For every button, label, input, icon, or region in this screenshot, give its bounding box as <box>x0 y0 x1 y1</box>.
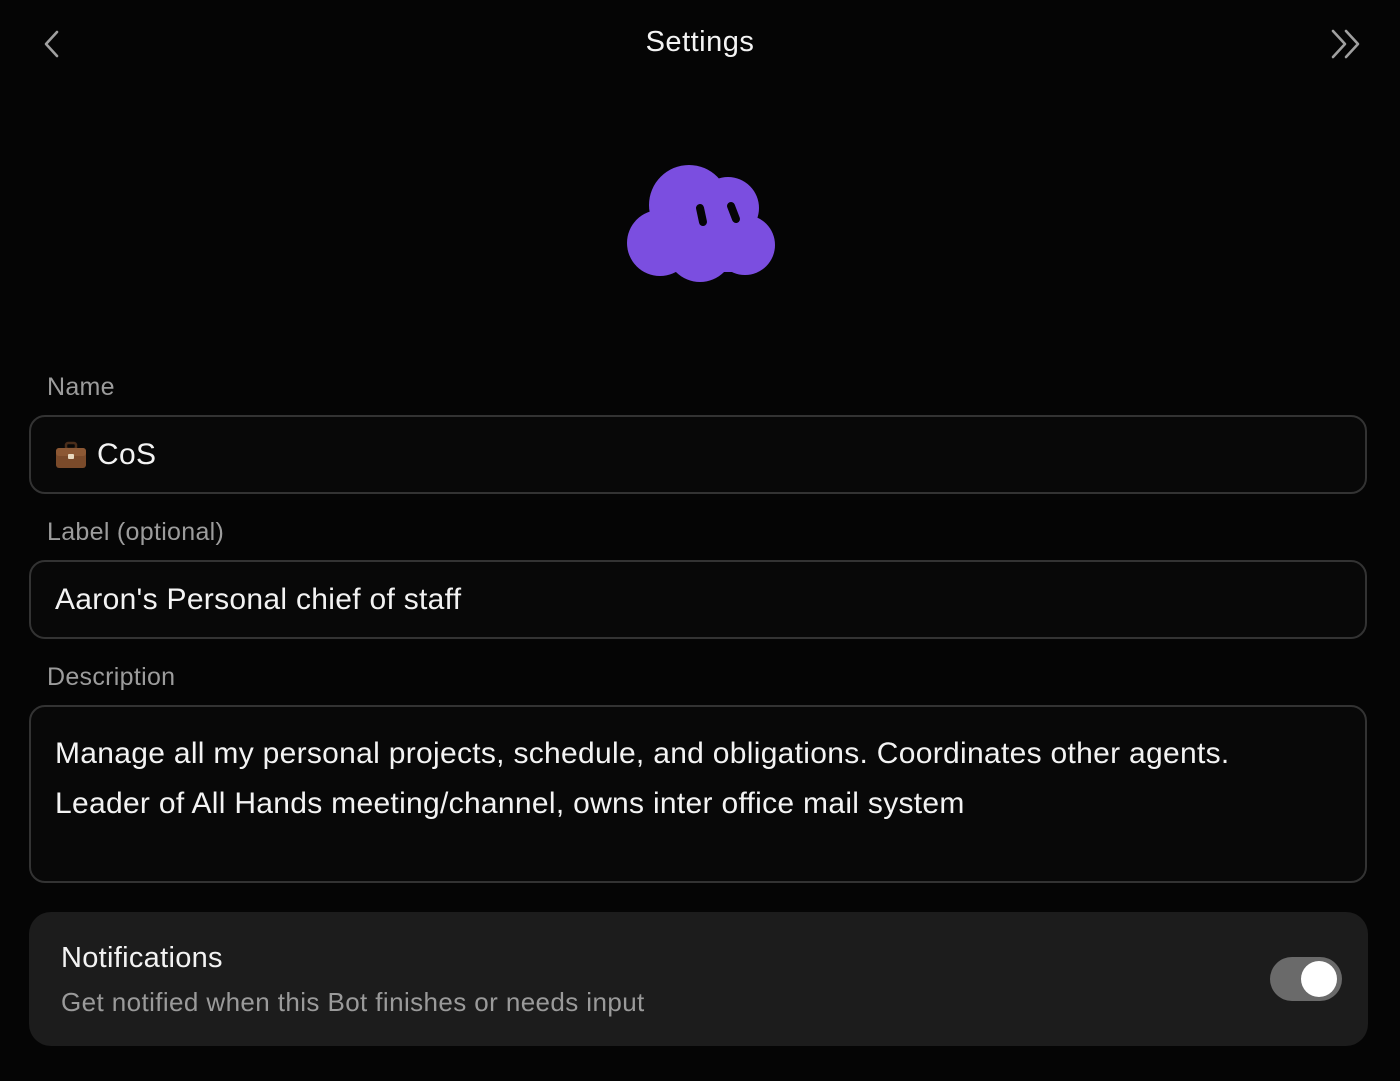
toggle-knob <box>1301 961 1337 997</box>
label-field-label: Label (optional) <box>47 518 225 546</box>
notifications-subtitle: Get notified when this Bot finishes or n… <box>61 987 645 1017</box>
name-field[interactable]: CoS <box>29 415 1367 494</box>
collapse-panel-button[interactable] <box>1322 24 1370 64</box>
cloud-mascot-icon <box>627 165 775 282</box>
notifications-card: Notifications Get notified when this Bot… <box>29 912 1368 1046</box>
header: Settings <box>0 0 1400 90</box>
description-line-1: Manage all my personal projects, schedul… <box>55 737 1230 770</box>
label-field[interactable]: Aaron's Personal chief of staff <box>29 560 1367 639</box>
double-chevron-right-icon <box>1331 29 1360 59</box>
description-label: Description <box>47 663 176 691</box>
description-field[interactable]: Manage all my personal projects, schedul… <box>29 705 1367 883</box>
notifications-title: Notifications <box>61 942 223 974</box>
description-line-2: Leader of All Hands meeting/channel, own… <box>55 787 965 820</box>
bot-avatar-button[interactable] <box>620 160 780 290</box>
page-title: Settings <box>645 26 755 58</box>
settings-page: Settings Name CoS Label (optional) Aaron… <box>0 0 1400 1081</box>
label-value: Aaron's Personal chief of staff <box>55 582 462 616</box>
briefcase-icon <box>56 441 86 468</box>
notifications-toggle[interactable] <box>1270 957 1342 1001</box>
name-value: CoS <box>97 437 157 471</box>
name-label: Name <box>47 373 115 401</box>
